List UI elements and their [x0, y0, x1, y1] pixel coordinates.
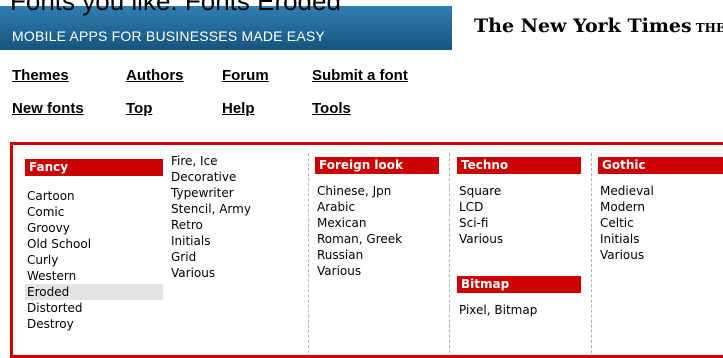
list-item[interactable]: Fire, Ice	[169, 153, 299, 169]
ad-tagline: MOBILE APPS FOR BUSINESSES MADE EASY	[12, 28, 325, 44]
ad-banner-nytimes[interactable]: The New York Times THE	[452, 6, 723, 50]
list-item[interactable]: Various	[315, 263, 445, 279]
nav-authors[interactable]: Authors	[126, 67, 184, 84]
list-item[interactable]: Distorted	[25, 300, 163, 316]
list-item[interactable]: Various	[169, 265, 299, 281]
list-item[interactable]: Roman, Greek	[315, 231, 445, 247]
nav-submit-font[interactable]: Submit a font	[312, 67, 408, 84]
list-item[interactable]: Medieval	[598, 183, 723, 199]
category-list-fancy-more: Fire, Ice Decorative Typewriter Stencil,…	[169, 153, 299, 281]
list-item[interactable]: Destroy	[25, 316, 163, 332]
nytimes-logo-text: The New York Times THE	[474, 15, 723, 37]
list-item[interactable]: Retro	[169, 217, 299, 233]
column-divider	[591, 153, 592, 353]
list-item[interactable]: Decorative	[169, 169, 299, 185]
list-item[interactable]: Comic	[25, 204, 163, 220]
list-item[interactable]: Celtic	[598, 215, 723, 231]
column-divider	[308, 153, 309, 353]
category-header-bitmap[interactable]: Bitmap	[457, 276, 581, 293]
list-item[interactable]: Russian	[315, 247, 445, 263]
font-categories-panel: Fancy Cartoon Comic Groovy Old School Cu…	[10, 142, 723, 358]
list-item[interactable]: Chinese, Jpn	[315, 183, 445, 199]
list-item[interactable]: LCD	[457, 199, 587, 215]
nav-tools[interactable]: Tools	[312, 100, 351, 117]
nav-top[interactable]: Top	[126, 100, 152, 117]
nav-themes[interactable]: Themes	[12, 67, 69, 84]
nav-help[interactable]: Help	[222, 100, 255, 117]
category-list-techno: Square LCD Sci-fi Various	[457, 183, 587, 247]
category-header-techno[interactable]: Techno	[457, 157, 581, 174]
list-item[interactable]: Grid	[169, 249, 299, 265]
list-item[interactable]: Mexican	[315, 215, 445, 231]
list-item[interactable]: Curly	[25, 252, 163, 268]
column-divider	[449, 153, 450, 353]
category-list-gothic: Medieval Modern Celtic Initials Various	[598, 183, 723, 263]
list-item[interactable]: Pixel, Bitmap	[457, 302, 587, 318]
list-item[interactable]: Western	[25, 268, 163, 284]
category-header-gothic[interactable]: Gothic	[598, 157, 723, 174]
list-item[interactable]: Initials	[598, 231, 723, 247]
list-item[interactable]: Old School	[25, 236, 163, 252]
category-list-fancy: Cartoon Comic Groovy Old School Curly We…	[25, 188, 163, 332]
nav-forum[interactable]: Forum	[222, 67, 269, 84]
list-item[interactable]: Various	[598, 247, 723, 263]
list-item[interactable]: Modern	[598, 199, 723, 215]
site-header: MOBILE APPS FOR BUSINESSES MADE EASY The…	[0, 0, 723, 52]
list-item-selected[interactable]: Eroded	[25, 284, 163, 300]
list-item[interactable]: Stencil, Army	[169, 201, 299, 217]
list-item[interactable]: Typewriter	[169, 185, 299, 201]
list-item[interactable]: Arabic	[315, 199, 445, 215]
list-item[interactable]: Various	[457, 231, 587, 247]
nav-new-fonts[interactable]: New fonts	[12, 100, 84, 117]
category-list-foreign-look: Chinese, Jpn Arabic Mexican Roman, Greek…	[315, 183, 445, 279]
list-item[interactable]: Groovy	[25, 220, 163, 236]
category-header-fancy[interactable]: Fancy	[25, 159, 163, 176]
category-list-bitmap: Pixel, Bitmap	[457, 302, 587, 318]
list-item[interactable]: Initials	[169, 233, 299, 249]
list-item[interactable]: Sci-fi	[457, 215, 587, 231]
list-item[interactable]: Cartoon	[25, 188, 163, 204]
list-item[interactable]: Square	[457, 183, 587, 199]
page-title: Fonts you like: Fonts Eroded	[10, 0, 341, 16]
category-header-foreign-look[interactable]: Foreign look	[315, 157, 439, 174]
